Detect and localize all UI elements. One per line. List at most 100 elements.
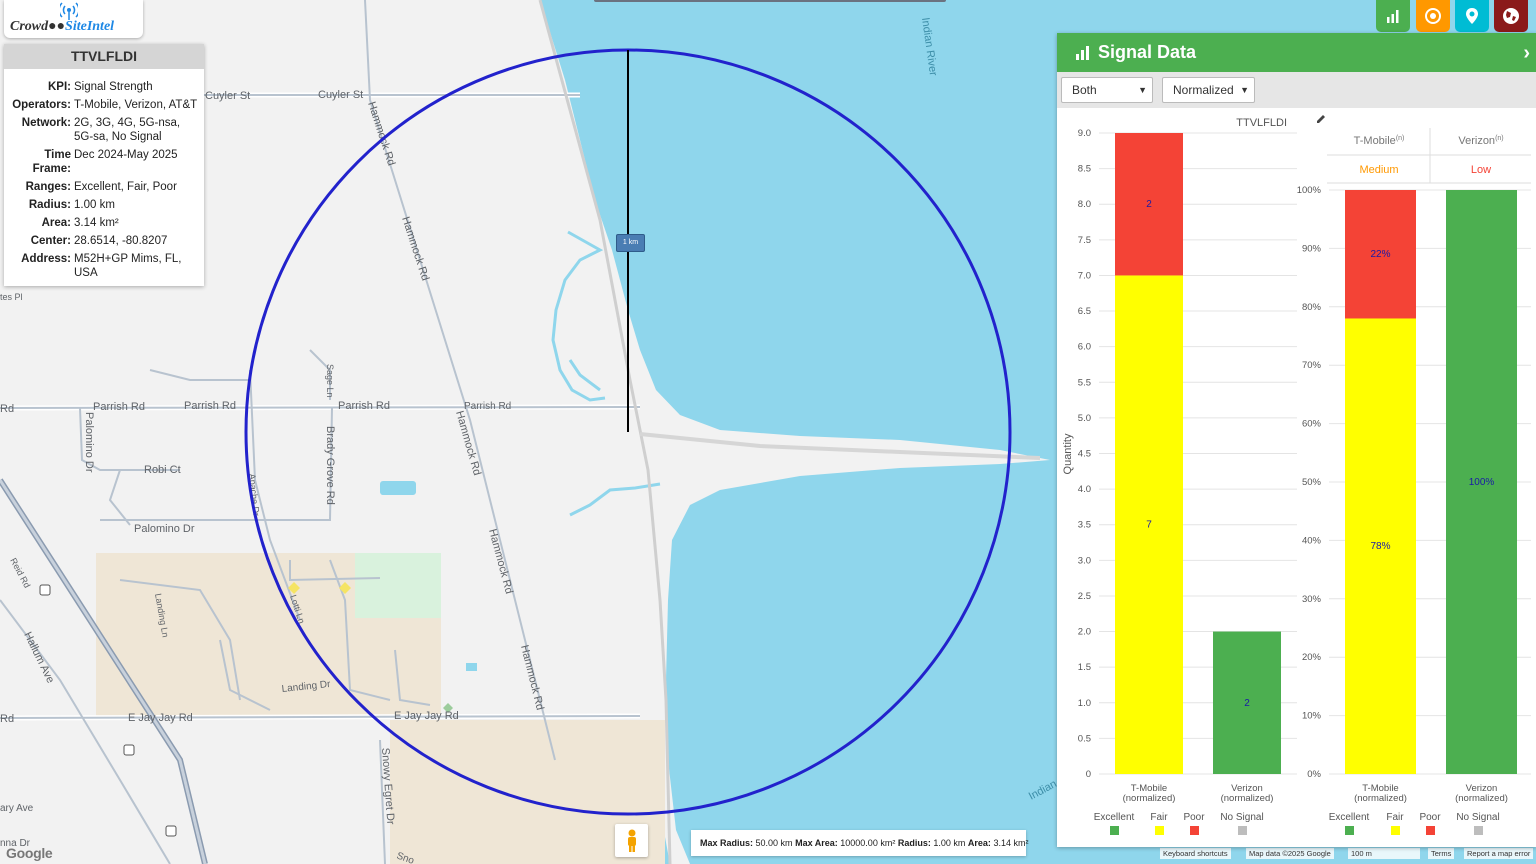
street-label: Sage Ln <box>325 364 335 398</box>
keyboard-shortcuts-link[interactable]: Keyboard shortcuts <box>1160 848 1231 859</box>
signal-panel-title: Signal Data <box>1098 42 1197 62</box>
legend-swatch <box>1474 826 1483 835</box>
y-tick-label: 70% <box>1302 360 1322 371</box>
operator-sup: (n) <box>1495 135 1504 142</box>
globe-icon <box>1503 8 1519 24</box>
y-tick-label: 3.0 <box>1078 555 1091 566</box>
info-key: Center: <box>30 235 71 247</box>
y-tick-label: 0 <box>1086 769 1091 780</box>
y-tick-label: 5.5 <box>1078 377 1091 388</box>
info-rows: KPI: Signal Strength Operators: T-Mobile, V… <box>4 69 204 280</box>
y-tick-label: 60% <box>1302 419 1322 430</box>
x-tick-label: (normalized) <box>1221 793 1274 804</box>
y-tick-label: 20% <box>1302 652 1322 663</box>
bar-value-label: 2 <box>1146 199 1152 210</box>
y-tick-label: 7.0 <box>1078 270 1091 281</box>
chevron-down-icon: ▼ <box>1138 85 1147 95</box>
street-label: Parrish Rd <box>464 401 511 412</box>
operator-name: T-Mobile <box>1354 135 1396 147</box>
crowdsiteintel-logo[interactable]: Crowd●●SiteIntel <box>4 0 143 38</box>
y-tick-label: 6.5 <box>1078 306 1091 317</box>
info-row: Ranges: Excellent, Fair, Poor <box>4 180 204 194</box>
mode-select[interactable]: Normalized ▼ <box>1162 77 1255 103</box>
info-key: KPI: <box>48 81 71 93</box>
y-tick-label: 9.0 <box>1078 128 1091 139</box>
target-icon <box>1425 8 1441 24</box>
mode-select-value: Normalized <box>1173 83 1234 97</box>
signal-charts: 0 0.5 1.0 1.5 2.0 2.5 3.0 3.5 4.0 4.5 5.0 5.5 6.0 6.5… <box>1062 115 1531 835</box>
max-radius-value: 50.00 km <box>755 838 793 848</box>
legend-swatch <box>1190 826 1199 835</box>
y-axis-label: Quantity <box>1062 433 1074 474</box>
street-label: tes Pl <box>0 292 23 302</box>
y-tick-label: 1.5 <box>1078 662 1091 673</box>
legend-label: Poor <box>1183 812 1205 823</box>
map-scale[interactable]: 100 m <box>1348 848 1420 859</box>
google-logo[interactable]: Google <box>6 845 53 861</box>
info-key: Ranges: <box>25 181 71 193</box>
report-error-link[interactable]: Report a map error <box>1464 848 1534 859</box>
y-tick-label: 7.5 <box>1078 235 1091 246</box>
chart-button[interactable] <box>1376 0 1410 32</box>
info-title: TTVLFLDI <box>4 44 204 69</box>
info-key: Area: <box>41 217 71 229</box>
y-tick-label: 30% <box>1302 594 1322 605</box>
y-tick-label: 8.0 <box>1078 199 1091 210</box>
info-value: Dec 2024-May 2025 <box>74 149 178 161</box>
pin-button[interactable] <box>1455 0 1489 32</box>
radius-info-box: Max Radius: 50.00 km Max Area: 10000.00 … <box>691 830 1028 856</box>
y-tick-label: 8.5 <box>1078 164 1091 175</box>
globe-button[interactable] <box>1494 0 1528 32</box>
y-tick-label: 90% <box>1302 243 1322 254</box>
street-label: Robi Ct <box>144 464 181 476</box>
info-key: Network: <box>21 117 71 129</box>
info-value: T-Mobile, Verizon, AT&T <box>74 99 198 111</box>
y-tick-label: 2.5 <box>1078 591 1091 602</box>
x-tick-label: (normalized) <box>1354 793 1407 804</box>
target-button[interactable] <box>1416 0 1450 32</box>
legend-swatch <box>1391 826 1400 835</box>
street-label: Parrish Rd <box>338 400 390 412</box>
bar-value-label: 2 <box>1244 698 1250 709</box>
terms-link[interactable]: Terms <box>1428 848 1455 859</box>
legend-swatch <box>1345 826 1354 835</box>
street-view-pegman[interactable] <box>615 824 648 857</box>
legend-label: No Signal <box>1456 812 1499 823</box>
info-value: M52H+GP Mims, FL, USA <box>74 253 182 279</box>
y-tick-label: 4.0 <box>1078 484 1091 495</box>
signal-panel-header: Signal Data › <box>1057 33 1536 72</box>
info-value: 3.14 km² <box>74 217 119 229</box>
info-row: Network: 2G, 3G, 4G, 5G-nsa, 5G-sa, No Si… <box>4 116 204 144</box>
operator-name: Verizon <box>1458 135 1495 147</box>
info-value: 2G, 3G, 4G, 5G-nsa, 5G-sa, No Signal <box>74 117 181 143</box>
y-tick-label: 10% <box>1302 711 1322 722</box>
pegman-icon <box>627 829 636 852</box>
operator-sup: (n) <box>1396 135 1405 142</box>
y-tick-label: 40% <box>1302 535 1322 546</box>
y-tick-label: 80% <box>1302 302 1322 313</box>
street-label: Palomino Dr <box>134 523 195 535</box>
operator-select-value: Both <box>1072 83 1097 97</box>
y-tick-label: 0% <box>1307 769 1321 780</box>
info-panel: TTVLFLDI KPI: Signal Strength Operators: T-… <box>4 44 204 286</box>
operator-rating: Medium <box>1359 164 1398 176</box>
street-label: Palomino Dr <box>83 412 95 473</box>
collapse-chevron-icon[interactable]: › <box>1523 42 1530 65</box>
street-label: Cuyler St <box>318 89 363 101</box>
normalized-chart: 0% 10% 20% 30% 40% 50% 60% 70% 80% 90% 100% 78% 22% T… <box>1297 128 1531 835</box>
street-label: Parrish Rd <box>184 400 236 412</box>
pin-icon <box>1466 8 1478 24</box>
legend-label: No Signal <box>1220 812 1263 823</box>
operator-select[interactable]: Both ▼ <box>1061 77 1153 103</box>
max-radius-label: Max Radius: <box>700 838 754 848</box>
legend-swatch <box>1155 826 1164 835</box>
y-tick-label: 3.5 <box>1078 520 1091 531</box>
street-label: E Jay Jay Rd <box>128 712 193 724</box>
bar-value-label: 78% <box>1370 541 1390 552</box>
legend-label: Excellent <box>1329 812 1370 823</box>
x-tick-label: (normalized) <box>1455 793 1508 804</box>
y-tick-label: 4.5 <box>1078 449 1091 460</box>
info-row: Area: 3.14 km² <box>4 216 204 230</box>
logo-site-text: SiteIntel <box>65 19 115 34</box>
bar-value-label: 100% <box>1469 477 1495 488</box>
